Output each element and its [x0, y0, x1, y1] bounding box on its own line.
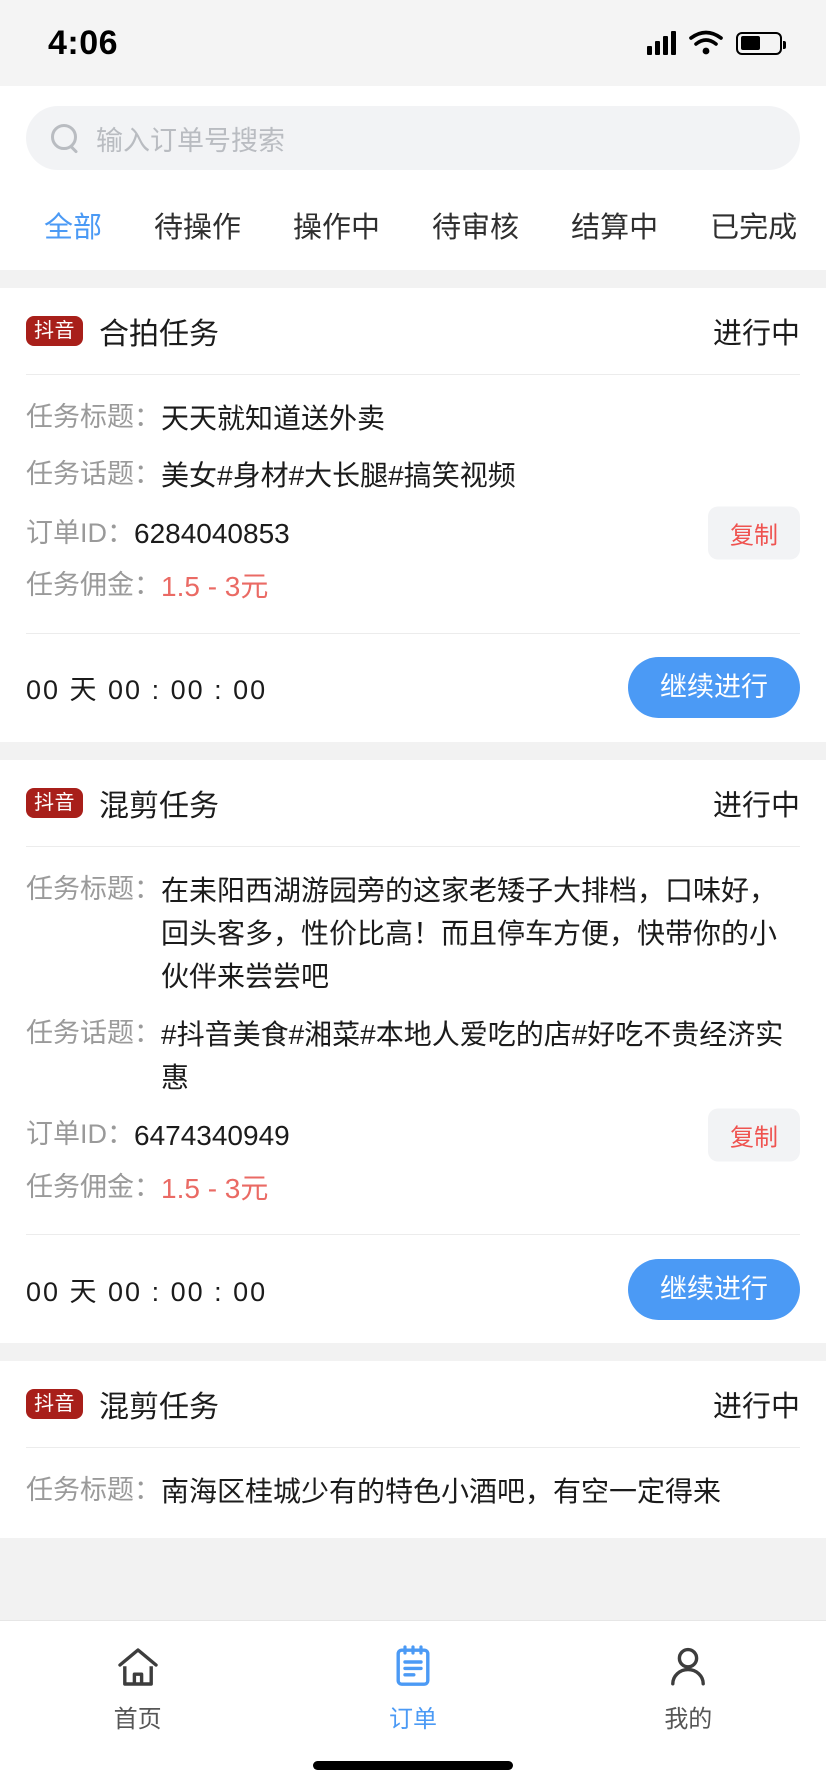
app-screen: 4:06 输入订单号搜索 全部 待操作 操作中 待审核 结算中 已完成 抖音 合…: [0, 0, 826, 1790]
task-title-label: 任务标题：: [26, 1475, 161, 1506]
home-indicator: [313, 1761, 513, 1770]
order-card-footer: 00 天 00 : 00 : 00 继续进行: [26, 1235, 800, 1343]
search-placeholder: 输入订单号搜索: [96, 125, 285, 156]
nav-item-profile[interactable]: 我的: [551, 1643, 826, 1734]
clipboard-icon: [396, 1645, 430, 1686]
order-card[interactable]: 抖音 合拍任务 进行中 任务标题： 天天就知道送外卖 任务话题： 美女#身材#大…: [0, 288, 826, 742]
order-status: 进行中: [712, 789, 800, 822]
copy-button[interactable]: 复制: [708, 1108, 800, 1162]
task-title-label: 任务标题：: [26, 873, 161, 904]
order-card-header: 抖音 合拍任务 进行中: [26, 288, 800, 374]
order-card-header: 抖音 混剪任务 进行中: [26, 760, 800, 846]
douyin-badge: 抖音: [26, 1389, 83, 1420]
nav-label-home: 首页: [113, 1706, 162, 1733]
list-spacer: [0, 1343, 826, 1362]
order-card-body: 任务标题： 在耒阳西湖游园旁的这家老矮子大排档，口味好，回头客多，性价比高！而且…: [26, 847, 800, 1235]
nav-label-orders: 订单: [388, 1706, 437, 1733]
douyin-badge: 抖音: [26, 316, 83, 346]
commission-label: 任务佣金：: [26, 1171, 161, 1202]
search-icon: [50, 123, 80, 153]
countdown-timer: 00 天 00 : 00 : 00: [26, 675, 268, 706]
bottom-navigation[interactable]: 首页 订单 我的: [0, 1620, 826, 1790]
task-topic-value: 美女#身材#大长腿#搞笑视频: [161, 460, 516, 492]
home-icon: [117, 1648, 158, 1686]
order-id-label: 订单ID：: [26, 517, 134, 548]
task-title-value: 南海区桂城少有的特色小酒吧，有空一定得来: [161, 1476, 722, 1508]
task-topic-label: 任务话题：: [26, 459, 161, 490]
task-topic-value: #抖音美食#湘菜#本地人爱吃的店#好吃不贵经济实惠: [161, 1018, 784, 1094]
cellular-signal-icon: [647, 31, 676, 55]
order-card-body: 任务标题： 南海区桂城少有的特色小酒吧，有空一定得来: [26, 1448, 800, 1537]
commission-value: 1.5 - 3元: [161, 1172, 269, 1204]
order-id-row: 订单ID： 6474340949 复制: [26, 1108, 800, 1162]
commission-row: 任务佣金： 1.5 - 3元: [26, 1167, 800, 1210]
order-card-header: 抖音 混剪任务 进行中: [26, 1361, 800, 1447]
tab-in-operation[interactable]: 操作中: [267, 198, 406, 252]
douyin-badge: 抖音: [26, 787, 83, 818]
order-status: 进行中: [712, 318, 800, 350]
order-card-header-left: 抖音 混剪任务: [26, 781, 219, 825]
continue-button[interactable]: 继续进行: [628, 657, 800, 719]
order-id-value: 6284040853: [134, 517, 290, 549]
task-title-value: 在耒阳西湖游园旁的这家老矮子大排档，口味好，回头客多，性价比高！而且停车方便，快…: [161, 874, 778, 993]
search-input[interactable]: 输入订单号搜索: [26, 106, 800, 170]
wifi-icon: [689, 30, 723, 55]
status-time: 4:06: [48, 23, 119, 62]
nav-item-orders[interactable]: 订单: [275, 1643, 550, 1734]
commission-value: 1.5 - 3元: [161, 571, 269, 603]
list-spacer: [0, 741, 826, 760]
search-section: 输入订单号搜索: [0, 86, 826, 192]
order-type: 混剪任务: [99, 1391, 219, 1425]
commission-row: 任务佣金： 1.5 - 3元: [26, 565, 800, 608]
task-topic-label: 任务话题：: [26, 1017, 161, 1048]
order-status: 进行中: [712, 1391, 800, 1424]
list-spacer: [0, 270, 826, 288]
filter-tabs[interactable]: 全部 待操作 操作中 待审核 结算中 已完成: [0, 192, 826, 270]
task-title-row: 任务标题： 在耒阳西湖游园旁的这家老矮子大排档，口味好，回头客多，性价比高！而且…: [26, 869, 800, 999]
order-card[interactable]: 抖音 混剪任务 进行中 任务标题： 在耒阳西湖游园旁的这家老矮子大排档，口味好，…: [0, 759, 826, 1344]
tab-pending-review[interactable]: 待审核: [406, 198, 545, 252]
task-title-row: 任务标题： 天天就知道送外卖: [26, 397, 800, 440]
tab-all[interactable]: 全部: [18, 198, 128, 252]
tab-completed[interactable]: 已完成: [684, 198, 823, 252]
order-card-body: 任务标题： 天天就知道送外卖 任务话题： 美女#身材#大长腿#搞笑视频 订单ID…: [26, 375, 800, 633]
order-type: 混剪任务: [99, 789, 219, 823]
status-bar: 4:06: [0, 0, 826, 86]
nav-item-home[interactable]: 首页: [0, 1643, 275, 1734]
person-icon: [671, 1647, 706, 1686]
continue-button[interactable]: 继续进行: [628, 1258, 800, 1320]
task-title-value: 天天就知道送外卖: [161, 403, 386, 434]
tab-settling[interactable]: 结算中: [545, 198, 684, 252]
task-topic-row: 任务话题： 美女#身材#大长腿#搞笑视频: [26, 454, 800, 497]
order-card-header-left: 抖音 混剪任务: [26, 1382, 219, 1426]
status-icons: [647, 30, 786, 56]
order-id-label: 订单ID：: [26, 1119, 134, 1150]
order-card-footer: 00 天 00 : 00 : 00 继续进行: [26, 634, 800, 742]
countdown-timer: 00 天 00 : 00 : 00: [26, 1276, 268, 1307]
order-id-row: 订单ID： 6284040853 复制: [26, 506, 800, 560]
order-list[interactable]: 抖音 合拍任务 进行中 任务标题： 天天就知道送外卖 任务话题： 美女#身材#大…: [0, 270, 826, 1790]
nav-label-profile: 我的: [664, 1706, 713, 1733]
battery-icon: [736, 31, 786, 55]
order-card[interactable]: 抖音 混剪任务 进行中 任务标题： 南海区桂城少有的特色小酒吧，有空一定得来: [0, 1361, 826, 1538]
tab-pending-operation[interactable]: 待操作: [128, 198, 267, 252]
copy-button[interactable]: 复制: [708, 506, 800, 560]
order-card-header-left: 抖音 合拍任务: [26, 309, 219, 353]
task-title-label: 任务标题：: [26, 402, 161, 432]
commission-label: 任务佣金：: [26, 570, 161, 601]
order-id-value: 6474340949: [134, 1119, 290, 1151]
order-type: 合拍任务: [99, 318, 219, 351]
task-topic-row: 任务话题： #抖音美食#湘菜#本地人爱吃的店#好吃不贵经济实惠: [26, 1013, 800, 1100]
task-title-row: 任务标题： 南海区桂城少有的特色小酒吧，有空一定得来: [26, 1470, 800, 1513]
